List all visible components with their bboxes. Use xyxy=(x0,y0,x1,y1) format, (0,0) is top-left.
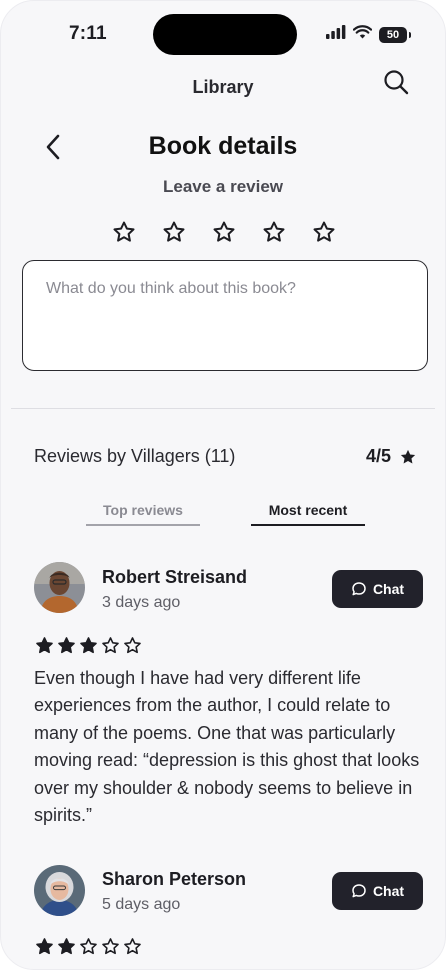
avatar xyxy=(34,865,85,916)
signal-icon xyxy=(326,25,346,44)
chat-button[interactable]: Chat xyxy=(332,872,423,910)
chat-button-label: Chat xyxy=(372,581,405,597)
average-rating-value: 4/5 xyxy=(365,446,391,466)
status-bar: 7:11 50 xyxy=(1,1,445,65)
review-date: 5 days ago xyxy=(102,896,181,913)
status-icons: 50 xyxy=(326,25,411,44)
chat-button[interactable]: Chat xyxy=(332,570,423,608)
star-filled-icon xyxy=(80,637,97,654)
avatar xyxy=(34,562,85,613)
search-button[interactable] xyxy=(381,67,411,97)
review-date: 3 days ago xyxy=(102,594,181,611)
battery-icon: 50 xyxy=(379,26,411,43)
section-divider xyxy=(11,408,435,409)
star-filled-icon xyxy=(36,938,53,955)
tab-most-recent[interactable]: Most recent xyxy=(251,502,365,526)
review-rating xyxy=(35,636,142,655)
star-outline-icon xyxy=(263,221,285,242)
wifi-icon xyxy=(352,25,373,44)
star-outline-icon xyxy=(313,221,335,242)
battery-level: 50 xyxy=(386,28,400,41)
rating-star-4[interactable] xyxy=(262,220,286,244)
star-outline-icon xyxy=(113,221,135,242)
rating-star-1[interactable] xyxy=(112,220,136,244)
star-outline-icon xyxy=(213,221,235,242)
review-textarea[interactable] xyxy=(23,261,427,370)
review-input-box xyxy=(22,260,428,371)
star-filled-icon xyxy=(400,449,416,463)
star-filled-icon xyxy=(36,637,53,654)
reviewer-name: Robert Streisand xyxy=(102,567,248,587)
leave-review-label: Leave a review xyxy=(162,177,284,196)
chat-button-label: Chat xyxy=(372,883,405,899)
reviews-heading: Reviews by Villagers (11) xyxy=(34,446,236,466)
review-rating xyxy=(35,937,142,956)
review-text: Even though I have had very different li… xyxy=(34,668,420,826)
app-title: Library xyxy=(192,77,254,97)
star-outline-icon xyxy=(102,938,119,955)
phone-screen: 7:11 50 Library Book details Leave a rev… xyxy=(0,0,446,970)
dynamic-island xyxy=(153,14,297,55)
chat-bubble-icon xyxy=(352,884,366,898)
rating-star-5[interactable] xyxy=(312,220,336,244)
status-time: 7:11 xyxy=(69,23,107,44)
rating-input xyxy=(112,220,336,244)
star-filled-icon xyxy=(58,938,75,955)
search-icon xyxy=(384,70,409,95)
star-outline-icon xyxy=(80,938,97,955)
star-outline-icon xyxy=(102,637,119,654)
chat-bubble-icon xyxy=(352,582,366,596)
star-filled-icon xyxy=(58,637,75,654)
star-outline-icon xyxy=(124,637,141,654)
reviewer-name: Sharon Peterson xyxy=(102,869,247,889)
tab-top-reviews[interactable]: Top reviews xyxy=(86,502,200,526)
star-outline-icon xyxy=(124,938,141,955)
page-title: Book details xyxy=(148,132,298,160)
average-rating: 4/5 xyxy=(366,446,417,467)
rating-star-3[interactable] xyxy=(212,220,236,244)
star-outline-icon xyxy=(163,221,185,242)
rating-star-2[interactable] xyxy=(162,220,186,244)
